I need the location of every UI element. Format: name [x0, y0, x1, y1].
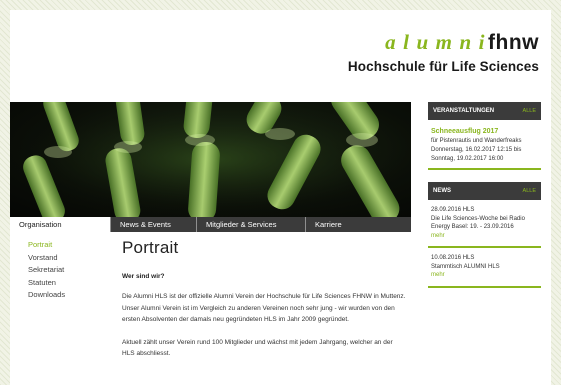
sub-navigation: Portrait Vorstand Sekretariat Statuten D… [28, 239, 65, 302]
logo-alumni-text: alumni [385, 30, 493, 54]
events-all-link[interactable]: ALLE [523, 102, 536, 120]
news-item: 28.09.2016 HLS Die Life Sciences-Woche b… [428, 200, 541, 249]
hero-xray-image [10, 102, 411, 217]
logo-fhnw-text: fhnw [488, 31, 539, 54]
tab-mitglieder-services[interactable]: Mitglieder & Services [197, 217, 306, 232]
subnav-item-downloads[interactable]: Downloads [28, 289, 65, 302]
page: alumnifhnw Hochschule für Life Sciences [10, 10, 551, 385]
body-paragraph: Die Alumni HLS ist der offizielle Alumni… [122, 293, 406, 323]
news-text: Die Life Sciences-Woche bei Radio Energy… [431, 215, 525, 231]
news-item: 10.08.2016 HLS Stammtisch ALUMNI HLS meh… [428, 248, 541, 288]
subnav-item-sekretariat[interactable]: Sekretariat [28, 264, 65, 277]
tab-organisation[interactable]: Organisation [10, 217, 111, 232]
sidebar: VERANSTALTUNGEN ALLE Schneeausflug 2017 … [428, 102, 541, 288]
page-title: Portrait [122, 238, 179, 257]
news-more-link[interactable]: mehr [431, 232, 538, 241]
tab-karriere[interactable]: Karriere [306, 217, 411, 232]
main-content: Portrait Wer sind wir? Die Alumni HLS is… [122, 238, 407, 360]
event-title[interactable]: Schneeausflug 2017 [431, 126, 538, 137]
events-box-header: VERANSTALTUNGEN ALLE [428, 102, 541, 120]
event-line: für Pistenrautis und Wanderfreaks [431, 138, 522, 144]
subnav-item-statuten[interactable]: Statuten [28, 277, 65, 290]
body-paragraph: Aktuell zählt unser Verein rund 100 Mitg… [122, 338, 393, 358]
logo-wordmark: alumnifhnw [348, 30, 539, 55]
event-line: Sonntag, 19.02.2017 16:00 [431, 155, 504, 162]
subnav-item-vorstand[interactable]: Vorstand [28, 252, 65, 265]
news-date: 28.09.2016 HLS [431, 207, 475, 214]
news-all-link[interactable]: ALLE [523, 182, 536, 200]
site-logo[interactable]: alumnifhnw Hochschule für Life Sciences [348, 30, 539, 74]
events-heading: VERANSTALTUNGEN [433, 108, 495, 114]
logo-subtitle: Hochschule für Life Sciences [347, 59, 539, 74]
section-subheading: Wer sind wir? [122, 273, 165, 280]
news-date: 10.08.2016 HLS [431, 255, 475, 262]
subnav-item-portrait[interactable]: Portrait [28, 239, 65, 252]
tab-news-events[interactable]: News & Events [111, 217, 197, 232]
main-nav: Organisation News & Events Mitglieder & … [10, 217, 411, 232]
news-more-link[interactable]: mehr [431, 271, 538, 280]
event-item[interactable]: Schneeausflug 2017 für Pistenrautis und … [428, 120, 541, 171]
event-line: Donnerstag, 16.02.2017 12:15 bis [431, 146, 522, 153]
hand-xray-illustration [10, 102, 411, 217]
news-text: Stammtisch ALUMNI HLS [431, 263, 500, 270]
news-box-header: NEWS ALLE [428, 182, 541, 201]
news-heading: NEWS [433, 188, 451, 195]
